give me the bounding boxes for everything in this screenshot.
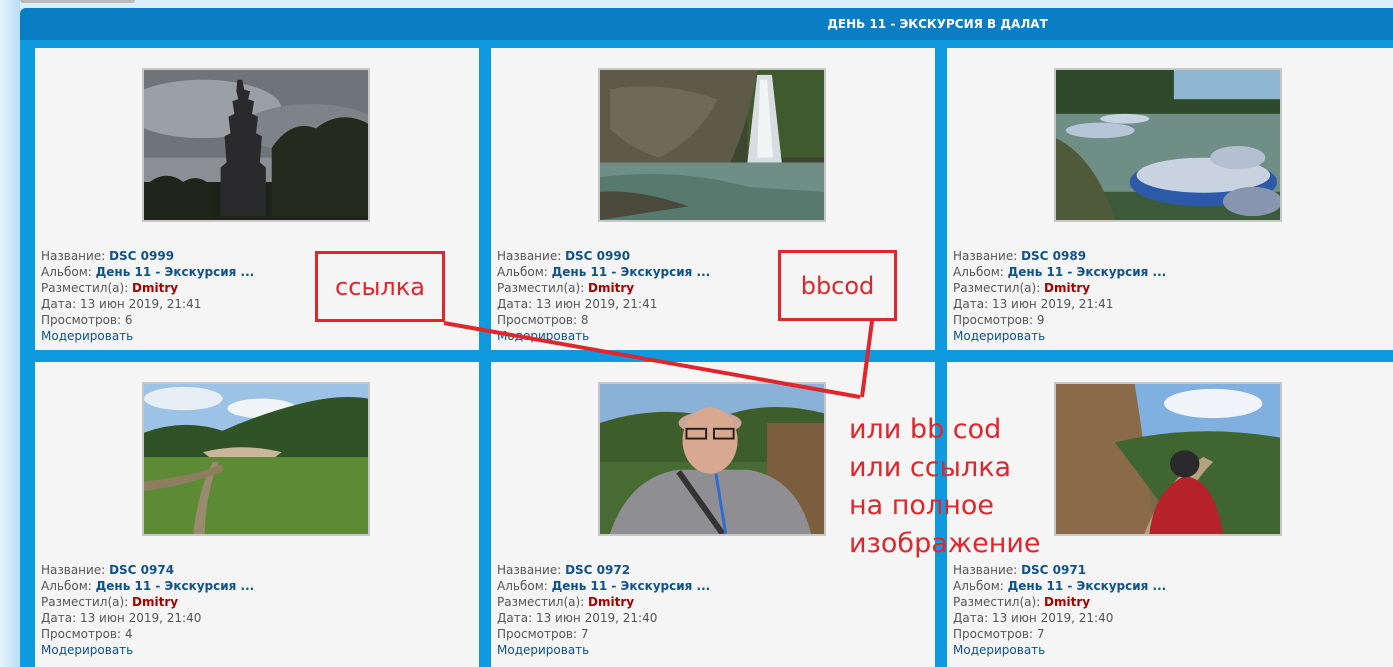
- album-link[interactable]: День 11 - Экскурсия ...: [552, 265, 711, 279]
- poster-label: Разместил(а):: [953, 281, 1045, 295]
- poster-link[interactable]: Dmitry: [1044, 595, 1090, 609]
- photo-card: Название: DSC 0974 Альбом: День 11 - Экс…: [35, 362, 479, 667]
- poster-link[interactable]: Dmitry: [588, 281, 634, 295]
- photo-name-link[interactable]: DSC 0971: [1021, 563, 1086, 577]
- date-value: 13 июн 2019, 21:40: [991, 611, 1114, 625]
- date-value: 13 июн 2019, 21:40: [79, 611, 202, 625]
- annotation-link-box: ссылка: [315, 251, 445, 322]
- photo-info: Название: DSC 0971 Альбом: День 11 - Экс…: [953, 562, 1166, 658]
- date-label: Дата:: [497, 611, 536, 625]
- photo-info: Название: DSC 0989 Альбом: День 11 - Экс…: [953, 248, 1166, 344]
- photo-thumbnail[interactable]: [598, 382, 826, 536]
- date-value: 13 июн 2019, 21:41: [535, 297, 658, 311]
- views-value: 9: [1036, 313, 1045, 327]
- name-label: Название:: [953, 563, 1022, 577]
- date-label: Дата:: [41, 611, 80, 625]
- views-label: Просмотров:: [41, 627, 125, 641]
- date-label: Дата:: [953, 611, 992, 625]
- poster-label: Разместил(а):: [41, 595, 133, 609]
- poster-link[interactable]: Dmitry: [132, 595, 178, 609]
- poster-label: Разместил(а):: [497, 281, 589, 295]
- album-header: ДЕНЬ 11 - ЭКСКУРСИЯ В ДАЛАТ: [20, 8, 1393, 40]
- views-label: Просмотров:: [953, 313, 1037, 327]
- photo-name-link[interactable]: DSC 0990: [565, 249, 630, 263]
- name-label: Название:: [41, 563, 110, 577]
- photo-card: Название: DSC 0989 Альбом: День 11 - Экс…: [947, 48, 1393, 350]
- moderate-link[interactable]: Модерировать: [953, 329, 1045, 343]
- photo-info: Название: DSC 0972 Альбом: День 11 - Экс…: [497, 562, 710, 658]
- moderate-link[interactable]: Модерировать: [953, 643, 1045, 657]
- date-value: 13 июн 2019, 21:40: [535, 611, 658, 625]
- date-label: Дата:: [41, 297, 80, 311]
- album-link[interactable]: День 11 - Экскурсия ...: [96, 265, 255, 279]
- selfie-photo: [600, 384, 824, 534]
- name-label: Название:: [497, 563, 566, 577]
- views-label: Просмотров:: [953, 627, 1037, 641]
- name-label: Название:: [953, 249, 1022, 263]
- green-field-photo: [144, 384, 368, 534]
- poster-label: Разместил(а):: [41, 281, 133, 295]
- name-label: Название:: [497, 249, 566, 263]
- moderate-link[interactable]: Модерировать: [497, 643, 589, 657]
- views-label: Просмотров:: [41, 313, 125, 327]
- views-value: 7: [580, 627, 589, 641]
- album-link[interactable]: День 11 - Экскурсия ...: [552, 579, 711, 593]
- pagoda-photo: [144, 70, 368, 220]
- annotation-bbcode-box: bbcod: [778, 250, 897, 321]
- views-value: 7: [1036, 627, 1045, 641]
- album-label: Альбом:: [953, 265, 1008, 279]
- views-value: 6: [124, 313, 133, 327]
- album-link[interactable]: День 11 - Экскурсия ...: [1008, 579, 1167, 593]
- album-title: ДЕНЬ 11 - ЭКСКУРСИЯ В ДАЛАТ: [827, 17, 1048, 31]
- date-label: Дата:: [497, 297, 536, 311]
- moderate-link[interactable]: Модерировать: [497, 329, 589, 343]
- views-value: 8: [580, 313, 589, 327]
- photo-name-link[interactable]: DSC 0999: [109, 249, 174, 263]
- poster-label: Разместил(а):: [953, 595, 1045, 609]
- photo-name-link[interactable]: DSC 0974: [109, 563, 174, 577]
- waterfall-photo: [600, 70, 824, 220]
- album-label: Альбом:: [41, 265, 96, 279]
- album-link[interactable]: День 11 - Экскурсия ...: [96, 579, 255, 593]
- poster-link[interactable]: Dmitry: [132, 281, 178, 295]
- album-label: Альбом:: [497, 579, 552, 593]
- photo-thumbnail[interactable]: [142, 68, 370, 222]
- page-background: [0, 0, 20, 667]
- photo-name-link[interactable]: DSC 0972: [565, 563, 630, 577]
- moderate-link[interactable]: Модерировать: [41, 643, 133, 657]
- views-label: Просмотров:: [497, 313, 581, 327]
- photo-info: Название: DSC 0999 Альбом: День 11 - Экс…: [41, 248, 254, 344]
- photo-name-link[interactable]: DSC 0989: [1021, 249, 1086, 263]
- photo-info: Название: DSC 0974 Альбом: День 11 - Экс…: [41, 562, 254, 658]
- photo-thumbnail[interactable]: [142, 382, 370, 536]
- poster-link[interactable]: Dmitry: [1044, 281, 1090, 295]
- hiker-path-photo: [1056, 384, 1280, 534]
- top-tab[interactable]: [20, 0, 135, 3]
- boats-lake-photo: [1056, 70, 1280, 220]
- date-value: 13 июн 2019, 21:41: [991, 297, 1114, 311]
- poster-label: Разместил(а):: [497, 595, 589, 609]
- views-value: 4: [124, 627, 133, 641]
- name-label: Название:: [41, 249, 110, 263]
- photo-info: Название: DSC 0990 Альбом: День 11 - Экс…: [497, 248, 710, 344]
- date-label: Дата:: [953, 297, 992, 311]
- date-value: 13 июн 2019, 21:41: [79, 297, 202, 311]
- album-label: Альбом:: [41, 579, 96, 593]
- annotation-note: или bb cod или ссылка на полное изображе…: [849, 414, 1041, 559]
- album-link[interactable]: День 11 - Экскурсия ...: [1008, 265, 1167, 279]
- photo-thumbnail[interactable]: [1054, 68, 1282, 222]
- views-label: Просмотров:: [497, 627, 581, 641]
- poster-link[interactable]: Dmitry: [588, 595, 634, 609]
- album-label: Альбом:: [497, 265, 552, 279]
- album-label: Альбом:: [953, 579, 1008, 593]
- moderate-link[interactable]: Модерировать: [41, 329, 133, 343]
- photo-thumbnail[interactable]: [1054, 382, 1282, 536]
- photo-thumbnail[interactable]: [598, 68, 826, 222]
